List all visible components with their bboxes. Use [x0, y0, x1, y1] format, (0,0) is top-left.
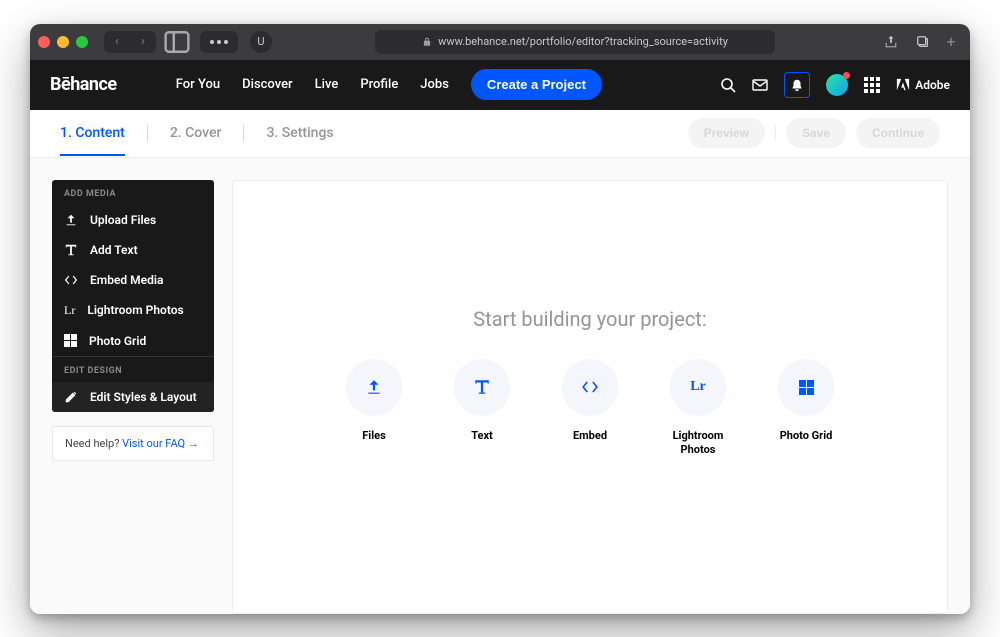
tabs-icon[interactable] [910, 31, 936, 53]
forward-button[interactable]: › [130, 31, 156, 53]
avatar[interactable] [826, 74, 848, 96]
text-icon [473, 378, 491, 396]
lightroom-icon: Lr [64, 303, 75, 318]
sidebar-toggle-icon[interactable] [164, 31, 190, 53]
back-button[interactable]: ‹ [104, 31, 130, 53]
sidebar-item-edit-styles[interactable]: Edit Styles & Layout [52, 382, 214, 412]
behance-logo[interactable]: Bēhance [50, 74, 117, 95]
sidebar-item-label: Photo Grid [89, 334, 146, 348]
canvas-heading: Start building your project: [473, 307, 706, 331]
sidebar-item-photo-grid[interactable]: Photo Grid [52, 326, 214, 356]
step-divider [243, 125, 244, 141]
browser-titlebar: ‹ › U www.behance.net/portfolio/editor?t… [30, 24, 970, 60]
nav-jobs[interactable]: Jobs [420, 77, 449, 92]
nav-live[interactable]: Live [315, 77, 339, 92]
grid-icon [64, 334, 77, 347]
sidebar-item-embed-media[interactable]: Embed Media [52, 265, 214, 295]
editor-main: ADD MEDIA Upload Files Add Text Embed Me… [30, 158, 970, 614]
continue-button[interactable]: Continue [856, 118, 940, 148]
help-text: Need help? [65, 437, 122, 450]
tile-label: Text [471, 429, 493, 442]
add-tile-text[interactable]: Text [442, 359, 522, 455]
extension-dots-icon[interactable] [200, 31, 238, 53]
editor-steps: 1. Content 2. Cover 3. Settings Preview … [30, 110, 970, 158]
add-tile-files[interactable]: Files [334, 359, 414, 455]
url-bar[interactable]: www.behance.net/portfolio/editor?trackin… [375, 30, 775, 54]
tile-label: Photo Grid [780, 429, 833, 442]
action-divider [775, 125, 776, 141]
preview-button[interactable]: Preview [688, 118, 765, 148]
grid-icon [799, 380, 814, 395]
upload-icon [365, 378, 383, 396]
faq-link[interactable]: Visit our FAQ → [122, 437, 199, 450]
close-window-button[interactable] [38, 36, 50, 48]
url-text: www.behance.net/portfolio/editor?trackin… [438, 35, 728, 48]
help-box: Need help? Visit our FAQ → [52, 426, 214, 461]
nav-profile[interactable]: Profile [360, 77, 398, 92]
step-actions: Preview Save Continue [688, 118, 940, 148]
step-content[interactable]: 1. Content [60, 125, 125, 141]
sidebar-item-label: Embed Media [90, 273, 163, 287]
minimize-window-button[interactable] [57, 36, 69, 48]
mail-icon[interactable] [752, 77, 768, 93]
step-cover[interactable]: 2. Cover [170, 125, 222, 141]
notifications-button[interactable] [784, 72, 810, 98]
edit-design-header: EDIT DESIGN [52, 357, 214, 382]
lightroom-icon: Lr [690, 379, 706, 395]
editor-sidebar: ADD MEDIA Upload Files Add Text Embed Me… [52, 180, 214, 614]
add-media-panel: ADD MEDIA Upload Files Add Text Embed Me… [52, 180, 214, 412]
sidebar-item-add-text[interactable]: Add Text [52, 235, 214, 265]
step-settings[interactable]: 3. Settings [266, 125, 333, 141]
nav-for-you[interactable]: For You [176, 77, 220, 92]
add-tile-lightroom[interactable]: Lr Lightroom Photos [658, 359, 738, 455]
embed-icon [64, 273, 78, 287]
sidebar-item-label: Edit Styles & Layout [90, 390, 197, 404]
window-controls [38, 36, 88, 48]
sidebar-item-label: Add Text [90, 243, 138, 257]
add-tile-photo-grid[interactable]: Photo Grid [766, 359, 846, 455]
project-canvas: Start building your project: Files Text … [232, 180, 948, 614]
site-nav: For You Discover Live Profile Jobs Creat… [176, 69, 602, 100]
add-tile-embed[interactable]: Embed [550, 359, 630, 455]
browser-window: ‹ › U www.behance.net/portfolio/editor?t… [30, 24, 970, 614]
sidebar-item-label: Upload Files [90, 213, 156, 227]
add-media-header: ADD MEDIA [52, 180, 214, 205]
step-divider [147, 125, 148, 141]
sidebar-item-upload-files[interactable]: Upload Files [52, 205, 214, 235]
text-icon [64, 243, 78, 257]
share-icon[interactable] [878, 31, 904, 53]
fullscreen-window-button[interactable] [76, 36, 88, 48]
header-right: Adobe [720, 72, 950, 98]
extension-u-icon[interactable]: U [250, 31, 272, 53]
pencil-icon [64, 390, 78, 404]
tile-label: Embed [573, 429, 607, 442]
sidebar-item-label: Lightroom Photos [87, 303, 183, 317]
embed-icon [581, 378, 599, 396]
apps-grid-icon[interactable] [864, 77, 880, 93]
add-tile-row: Files Text Embed Lr Lightroom Photos Pho… [334, 359, 846, 455]
tile-label: Files [362, 429, 385, 442]
save-button[interactable]: Save [786, 118, 846, 148]
new-tab-button[interactable]: + [940, 25, 962, 59]
adobe-logo[interactable]: Adobe [896, 78, 950, 92]
nav-discover[interactable]: Discover [242, 77, 292, 92]
nav-arrows: ‹ › [104, 31, 156, 53]
create-project-button[interactable]: Create a Project [471, 69, 602, 100]
tile-label: Lightroom Photos [658, 429, 738, 455]
search-icon[interactable] [720, 77, 736, 93]
site-header: Bēhance For You Discover Live Profile Jo… [30, 60, 970, 110]
sidebar-item-lightroom[interactable]: Lr Lightroom Photos [52, 295, 214, 326]
upload-icon [64, 213, 78, 227]
